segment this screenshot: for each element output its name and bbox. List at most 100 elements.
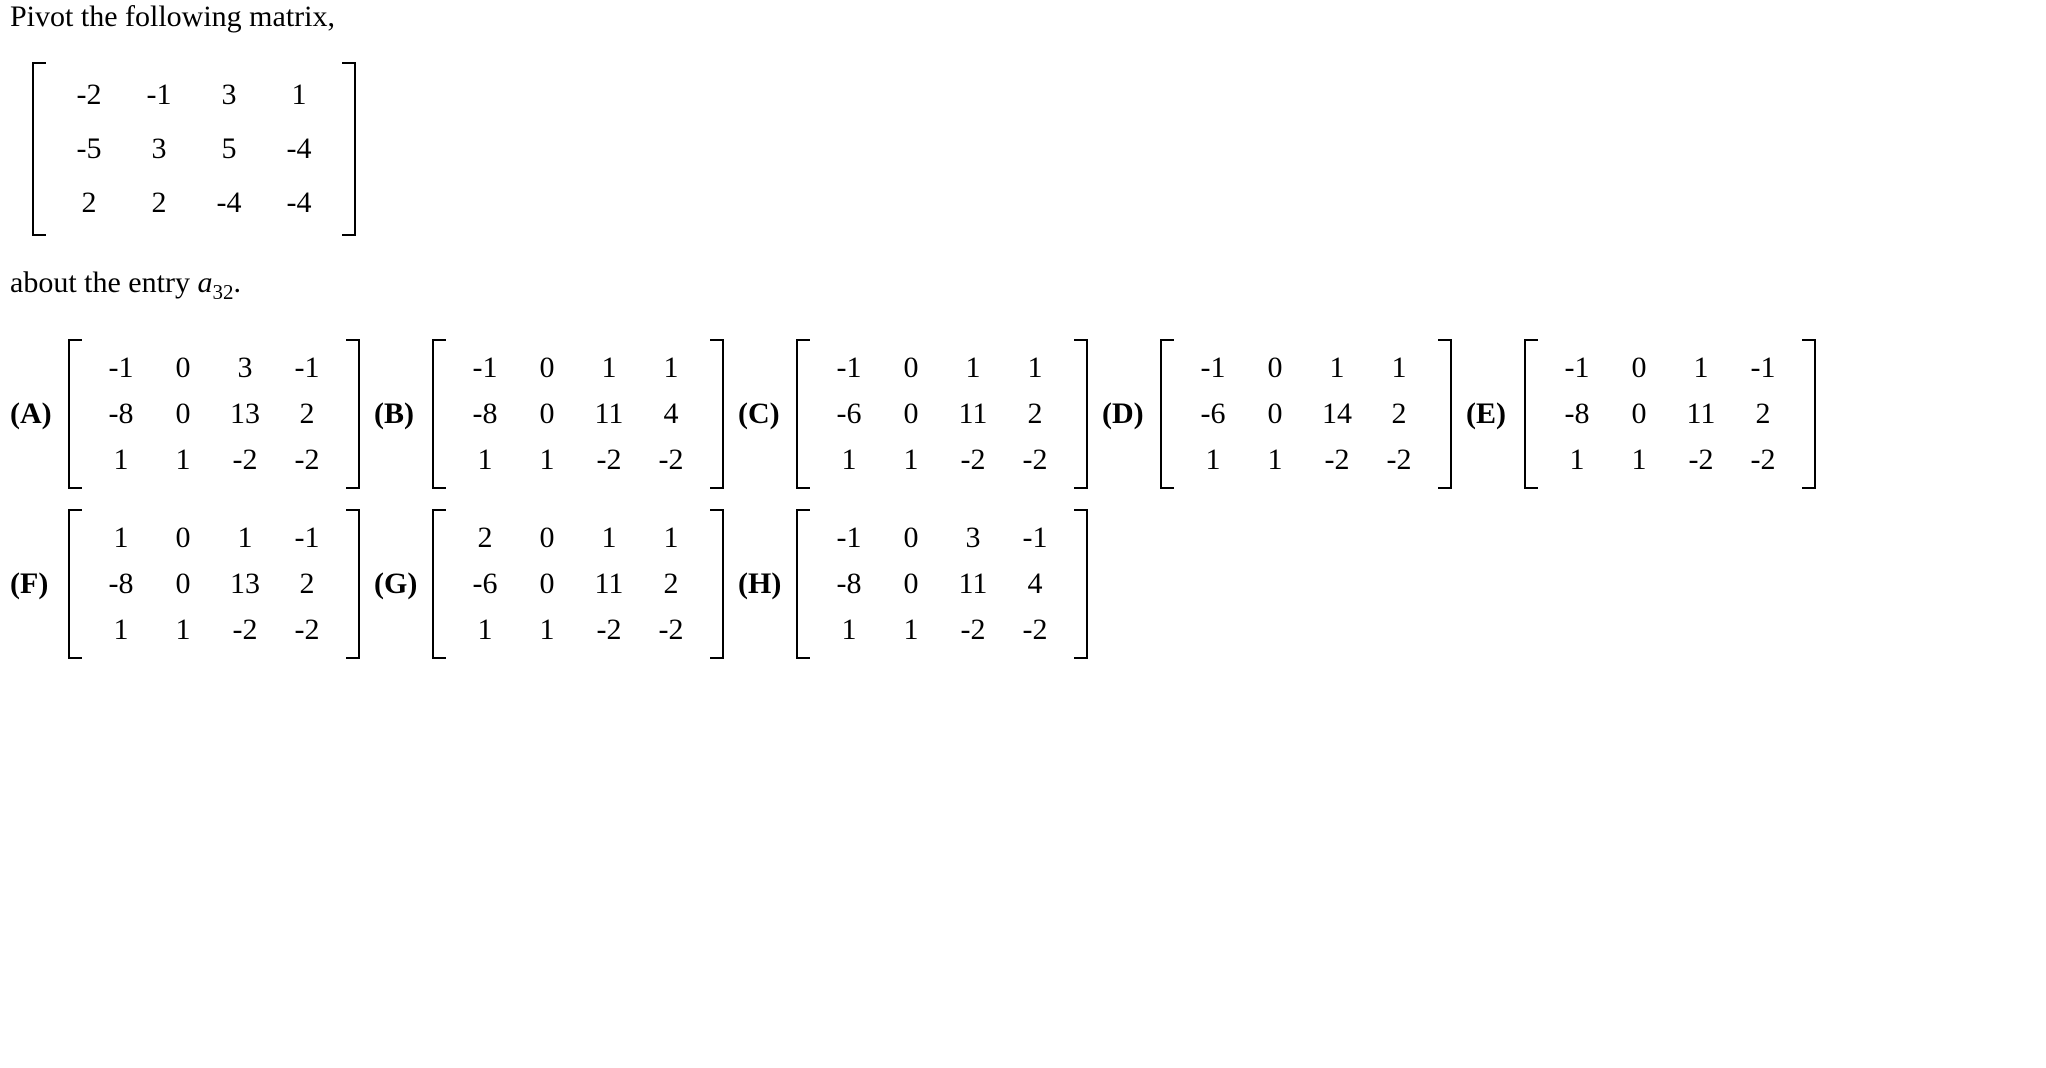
matrix-cell: -2 (578, 607, 640, 653)
matrix-cell: 1 (90, 437, 152, 483)
matrix-row: 11-2-2 (818, 607, 1066, 653)
matrix-cell: 11 (1670, 391, 1732, 437)
matrix-row: -80112 (1546, 391, 1794, 437)
question-subscript: 32 (212, 280, 233, 304)
matrix-cell: -8 (1546, 391, 1608, 437)
matrix-cell: 1 (1244, 437, 1306, 483)
answer-option: (C)-1011-6011211-2-2 (738, 335, 1094, 493)
matrix-row: -80114 (818, 561, 1066, 607)
matrix-cell: -2 (1368, 437, 1430, 483)
matrix-cell: -6 (818, 391, 880, 437)
answer-option: (B)-1011-8011411-2-2 (374, 335, 730, 493)
bracket-right-icon (342, 62, 356, 236)
matrix-cell: -4 (264, 176, 334, 230)
matrix-cell: 1 (818, 607, 880, 653)
bracket-left-icon (432, 509, 446, 659)
bracket-right-icon (710, 339, 724, 489)
answer-option: (G)2011-6011211-2-2 (374, 505, 730, 663)
matrix-row: -535-4 (54, 122, 334, 176)
option-matrix: -101-1-8011211-2-2 (1524, 339, 1816, 489)
matrix-row: -60112 (454, 561, 702, 607)
matrix-cell: 1 (1368, 345, 1430, 391)
bracket-right-icon (346, 509, 360, 659)
option-label: (G) (374, 567, 424, 601)
matrix-cell: -1 (1004, 515, 1066, 561)
matrix-row: 11-2-2 (1546, 437, 1794, 483)
matrix-cell: -5 (54, 122, 124, 176)
matrix-cell: -8 (818, 561, 880, 607)
matrix-cell: 0 (1244, 391, 1306, 437)
matrix-cell: 13 (214, 561, 276, 607)
matrix-cell: -4 (194, 176, 264, 230)
answer-option: (H)-103-1-8011411-2-2 (738, 505, 1094, 663)
bracket-right-icon (1074, 339, 1088, 489)
matrix-cell: -8 (90, 391, 152, 437)
matrix-cell: 0 (516, 391, 578, 437)
matrix-cell: 13 (214, 391, 276, 437)
matrix-cell: 2 (640, 561, 702, 607)
matrix-cell: 0 (880, 345, 942, 391)
matrix-cell: 0 (880, 391, 942, 437)
matrix-cell: 2 (1004, 391, 1066, 437)
matrix-cell: -2 (276, 437, 338, 483)
matrix-cell: 1 (1546, 437, 1608, 483)
question-line-2-prefix: about the entry (10, 266, 197, 299)
bracket-right-icon (1438, 339, 1452, 489)
matrix-body: -1011-8011411-2-2 (446, 339, 710, 489)
matrix-cell: 1 (880, 607, 942, 653)
matrix-row: -80132 (90, 561, 338, 607)
matrix-cell: -1 (1732, 345, 1794, 391)
matrix-cell: -8 (90, 561, 152, 607)
question-line-1: Pivot the following matrix, (10, 0, 2036, 34)
matrix-body: -1011-6014211-2-2 (1174, 339, 1438, 489)
matrix-body: -103-1-8013211-2-2 (82, 339, 346, 489)
matrix-cell: 1 (454, 437, 516, 483)
answer-option: (D)-1011-6014211-2-2 (1102, 335, 1458, 493)
matrix-cell: 1 (152, 607, 214, 653)
matrix-cell: 1 (640, 345, 702, 391)
matrix-cell: 5 (194, 122, 264, 176)
matrix-row: 22-4-4 (54, 176, 334, 230)
option-matrix: -103-1-8011411-2-2 (796, 509, 1088, 659)
matrix-body: 2011-6011211-2-2 (446, 509, 710, 659)
main-matrix-container: -2-131-535-422-4-4 (26, 58, 2036, 240)
matrix-cell: 2 (1732, 391, 1794, 437)
matrix-cell: -1 (124, 68, 194, 122)
matrix-cell: -2 (1004, 607, 1066, 653)
matrix-cell: 4 (1004, 561, 1066, 607)
main-matrix: -2-131-535-422-4-4 (32, 62, 356, 236)
matrix-cell: 0 (152, 345, 214, 391)
question-variable: a (197, 266, 212, 299)
matrix-cell: -1 (818, 345, 880, 391)
matrix-cell: 2 (276, 561, 338, 607)
option-label: (H) (738, 567, 788, 601)
matrix-cell: -1 (90, 345, 152, 391)
matrix-cell: 2 (276, 391, 338, 437)
matrix-cell: 1 (152, 437, 214, 483)
matrix-cell: 0 (152, 515, 214, 561)
matrix-body: -101-1-8011211-2-2 (1538, 339, 1802, 489)
bracket-left-icon (1160, 339, 1174, 489)
matrix-cell: 2 (124, 176, 194, 230)
matrix-cell: 0 (1608, 345, 1670, 391)
matrix-cell: 1 (454, 607, 516, 653)
bracket-left-icon (32, 62, 46, 236)
matrix-cell: -2 (942, 607, 1004, 653)
matrix-cell: -2 (214, 437, 276, 483)
matrix-row: -1011 (454, 345, 702, 391)
matrix-cell: -4 (264, 122, 334, 176)
bracket-left-icon (796, 339, 810, 489)
matrix-cell: 0 (516, 561, 578, 607)
option-matrix: 101-1-8013211-2-2 (68, 509, 360, 659)
matrix-row: -60142 (1182, 391, 1430, 437)
option-matrix: -1011-6014211-2-2 (1160, 339, 1452, 489)
matrix-cell: 3 (942, 515, 1004, 561)
answer-options: (A)-103-1-8013211-2-2(B)-1011-8011411-2-… (10, 335, 2036, 675)
matrix-cell: 11 (578, 561, 640, 607)
matrix-cell: 0 (880, 561, 942, 607)
matrix-cell: 14 (1306, 391, 1368, 437)
matrix-cell: 2 (454, 515, 516, 561)
matrix-row: -1011 (1182, 345, 1430, 391)
matrix-cell: -2 (640, 437, 702, 483)
question-line-2-suffix: . (233, 266, 241, 299)
